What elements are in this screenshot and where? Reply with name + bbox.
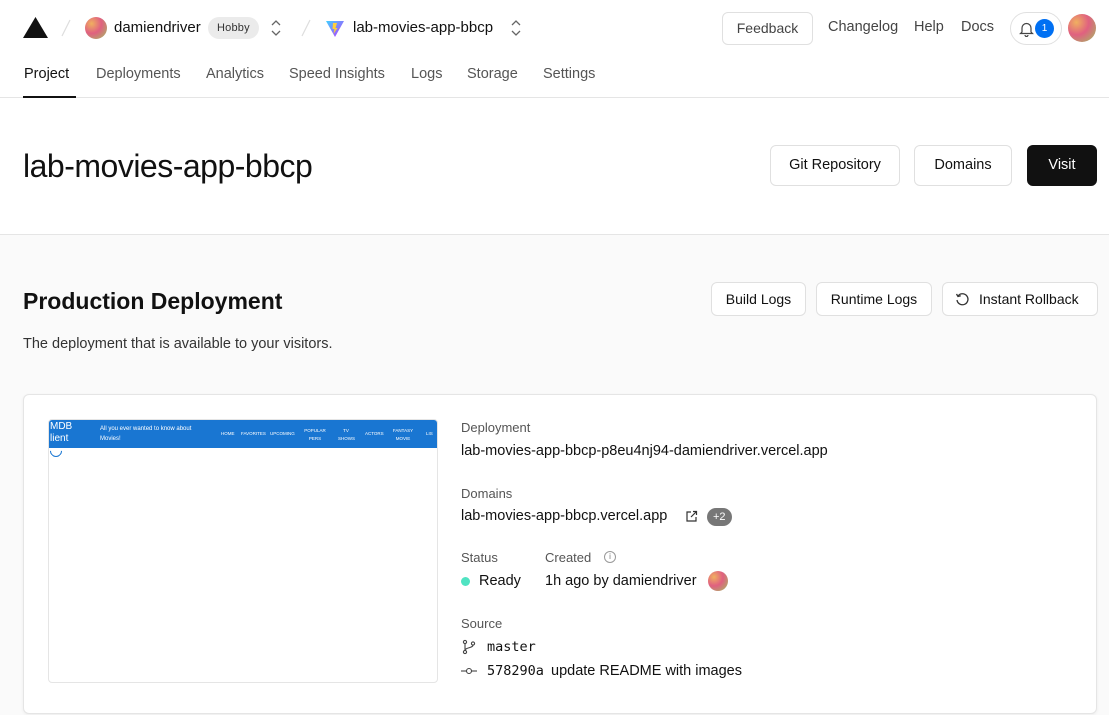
tab-logs[interactable]: Logs — [411, 66, 442, 82]
notifications-button[interactable]: 1 — [1010, 12, 1062, 45]
deployment-label: Deployment — [461, 420, 531, 435]
preview-nav-item: LIS — [426, 431, 433, 436]
vite-project-icon — [326, 21, 344, 37]
domain-link[interactable]: lab-movies-app-bbcp.vercel.app — [461, 508, 667, 524]
separator-slash-icon — [301, 19, 311, 37]
commit-message[interactable]: update README with images — [551, 663, 742, 679]
user-avatar[interactable] — [1068, 14, 1096, 42]
preview-nav-item: FAVORITES — [241, 431, 266, 436]
preview-nav-item: ACTORS — [365, 431, 384, 436]
project-name[interactable]: lab-movies-app-bbcp — [353, 19, 493, 36]
created-value: 1h ago by damiendriver — [545, 573, 697, 589]
preview-app-bar: MDB lient All you ever wanted to know ab… — [49, 420, 437, 448]
created-label: Created — [545, 550, 592, 565]
tab-speed-insights[interactable]: Speed Insights — [289, 66, 385, 82]
git-repository-button[interactable]: Git Repository — [770, 145, 900, 186]
creator-avatar — [708, 571, 728, 591]
notification-count-badge: 1 — [1035, 19, 1054, 38]
visit-button[interactable]: Visit — [1027, 145, 1097, 186]
domains-label: Domains — [461, 486, 513, 501]
team-avatar[interactable] — [85, 17, 107, 39]
status-value: Ready — [479, 573, 521, 589]
feedback-button[interactable]: Feedback — [722, 12, 813, 45]
tab-project[interactable]: Project — [24, 66, 69, 82]
info-icon[interactable]: i — [604, 551, 616, 563]
git-branch-icon — [462, 639, 476, 655]
instant-rollback-label: Instant Rollback — [979, 291, 1079, 307]
help-link[interactable]: Help — [914, 19, 944, 35]
project-tabs: Project Deployments Analytics Speed Insi… — [0, 56, 1109, 98]
docs-link[interactable]: Docs — [961, 19, 994, 35]
bell-icon — [1019, 22, 1034, 37]
tab-storage[interactable]: Storage — [467, 66, 518, 82]
project-switcher-icon[interactable] — [510, 18, 522, 38]
page-title: lab-movies-app-bbcp — [23, 148, 313, 184]
production-section: Production Deployment The deployment tha… — [0, 235, 1109, 715]
team-switcher-icon[interactable] — [270, 18, 282, 38]
source-label: Source — [461, 616, 503, 631]
extra-domains-badge[interactable]: +2 — [707, 508, 732, 526]
project-header: lab-movies-app-bbcp Git Repository Domai… — [0, 98, 1109, 235]
plan-badge: Hobby — [208, 17, 259, 39]
preview-nav-item: HOME — [221, 431, 235, 436]
changelog-link[interactable]: Changelog — [828, 19, 898, 35]
tab-settings[interactable]: Settings — [543, 66, 595, 82]
top-bar: damiendriver Hobby lab-movies-app-bbcp F… — [0, 0, 1109, 56]
commit-hash[interactable]: 578290a — [487, 663, 544, 679]
domains-button[interactable]: Domains — [914, 145, 1012, 186]
tab-analytics[interactable]: Analytics — [206, 66, 264, 82]
deployment-card: MDB lient All you ever wanted to know ab… — [23, 394, 1097, 714]
preview-tagline: All you ever wanted to know about Movies… — [100, 426, 192, 442]
deployment-url-link[interactable]: lab-movies-app-bbcp-p8eu4nj94-damiendriv… — [461, 443, 828, 459]
branch-name[interactable]: master — [487, 639, 536, 655]
deployment-preview[interactable]: MDB lient All you ever wanted to know ab… — [48, 419, 438, 683]
preview-nav-item: UPCOMING — [270, 431, 295, 436]
separator-slash-icon — [61, 19, 71, 37]
status-indicator-dot — [461, 577, 470, 586]
external-link-icon[interactable] — [685, 510, 698, 523]
section-title: Production Deployment — [23, 288, 283, 314]
rollback-icon — [955, 293, 969, 306]
status-label: Status — [461, 550, 498, 565]
team-name[interactable]: damiendriver — [114, 19, 201, 36]
tab-deployments[interactable]: Deployments — [96, 66, 181, 82]
preview-nav-item: POPULAR PERS — [304, 428, 326, 441]
vercel-logo-icon[interactable] — [23, 17, 48, 38]
git-commit-icon — [461, 667, 477, 675]
build-logs-button[interactable]: Build Logs — [711, 282, 806, 316]
preview-logo: MDB lient — [50, 421, 73, 444]
instant-rollback-button[interactable]: Instant Rollback — [942, 282, 1098, 316]
section-description: The deployment that is available to your… — [23, 336, 333, 352]
runtime-logs-button[interactable]: Runtime Logs — [816, 282, 932, 316]
preview-nav-item: FANTASY MOVIE — [392, 428, 414, 441]
preview-nav-item: TV SHOWS — [338, 428, 356, 441]
